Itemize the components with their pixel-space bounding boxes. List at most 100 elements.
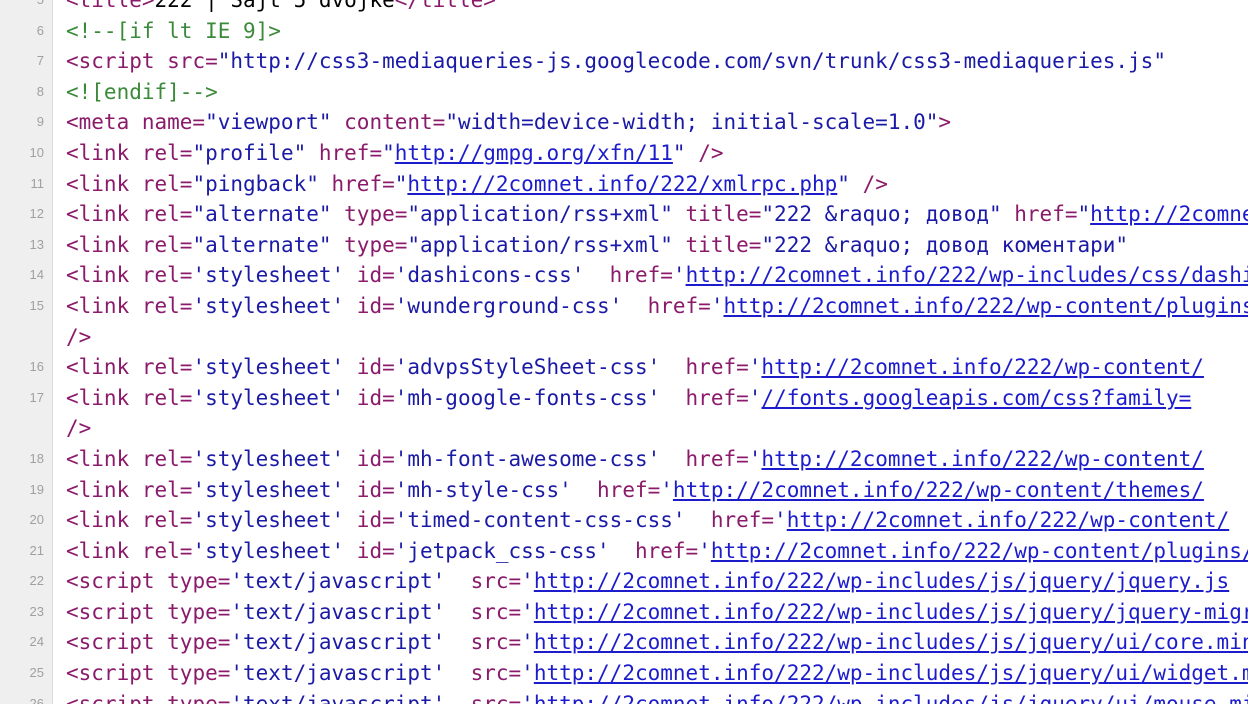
source-line: 18 <link rel='stylesheet' id='mh-font-awe… [0, 444, 1248, 475]
tag-token: <script [66, 569, 168, 594]
line-number: 18 [29, 450, 44, 466]
source-link[interactable]: http://2comnet.info/222/wp-content/ [787, 508, 1230, 532]
value-token: 'mh-google-fonts-css' [394, 385, 661, 410]
attribute-token: src= [445, 599, 522, 624]
value-token: ' [748, 446, 762, 471]
value-token: ' [748, 355, 762, 380]
line-code: <script type='text/javascript' src='http… [66, 597, 1248, 628]
line-number: 7 [36, 53, 44, 69]
value-token: " [394, 171, 408, 196]
line-code: <!--[if lt IE 9]> [66, 16, 281, 47]
value-token: ' [660, 477, 673, 502]
source-link[interactable]: http://2comnet.info/222/wp-includes/js/j… [534, 600, 1248, 624]
tag-token: /> [849, 171, 888, 196]
attribute-token: type= [331, 202, 408, 227]
source-viewer: 5 <title>222 | Sajt 5 dvojke</title> 6 <!--… [0, 0, 1248, 704]
value-token: "application/rss+xml" [407, 232, 673, 257]
value-token: 'text/javascript' [230, 661, 446, 686]
value-token: "alternate" [192, 232, 332, 257]
attribute-token: type= [167, 661, 231, 686]
source-line: /> [0, 322, 1248, 353]
tag-token: <script [66, 661, 168, 686]
source-link[interactable]: http://2comnet.info/222/wp-includes/js/j… [534, 569, 1229, 593]
line-number: 11 [30, 175, 45, 191]
source-link[interactable]: http://2comnet.info/222/wp-content/theme… [673, 478, 1204, 502]
source-line: /> [0, 413, 1248, 444]
value-token: "http://css3-mediaqueries-js.googlecode.… [217, 49, 1166, 74]
line-code: <script type='text/javascript' src='http… [66, 566, 1229, 597]
source-link[interactable]: http://2comnet.info/222/wp-content/ [761, 355, 1204, 379]
line-code: <link rel="pingback" href="http://2comne… [66, 169, 888, 200]
value-token: " [837, 171, 850, 196]
attribute-token: href= [318, 171, 395, 196]
tag-token: <link [66, 202, 142, 227]
attribute-token: type= [167, 599, 231, 624]
line-code: <link rel='stylesheet' id='mh-font-aweso… [66, 444, 1204, 475]
value-token: ' [774, 508, 787, 533]
source-link[interactable]: //fonts.googleapis.com/css?family= [761, 386, 1191, 410]
attribute-token: rel= [141, 232, 193, 257]
line-code: /> [66, 413, 91, 444]
line-number: 24 [29, 634, 44, 650]
source-line: 25 <script type='text/javascript' src='ht… [0, 658, 1248, 689]
line-code: <script type='text/javascript' src='http… [66, 689, 1248, 704]
line-number: 5 [0, 0, 44, 16]
attribute-token: href= [685, 508, 775, 533]
source-link[interactable]: http://2comnet.info/222/wp-content/plugi… [711, 539, 1248, 563]
attribute-token: id= [344, 477, 395, 502]
source-link[interactable]: http://gmpg.org/xfn/11 [395, 141, 673, 165]
attribute-token: src= [167, 49, 218, 74]
value-token: 'stylesheet' [192, 508, 345, 533]
line-code: <link rel='stylesheet' id='jetpack_css-c… [66, 536, 1248, 567]
source-link[interactable]: http://2comnet.info/222/wp-content/plugi… [723, 294, 1248, 318]
value-token: "pingback" [192, 171, 319, 196]
line-code: <script src="http://css3-mediaqueries-js… [66, 46, 1166, 77]
value-token: "alternate" [192, 202, 332, 227]
line-code: <script type='text/javascript' src='http… [66, 627, 1248, 658]
attribute-token: rel= [141, 508, 193, 533]
tag-token: <link [66, 263, 142, 288]
line-code: <link rel='stylesheet' id='wunderground-… [66, 291, 1248, 322]
line-code: /> [66, 322, 91, 353]
source-link[interactable]: http://2comnet.info/222/wp-includes/js/j… [534, 661, 1248, 685]
attribute-token: content= [331, 110, 446, 135]
value-token: 'stylesheet' [192, 293, 345, 318]
value-token: "profile" [192, 140, 307, 165]
line-number: 17 [29, 389, 44, 405]
source-link[interactable]: http://2comnet.info/222/wp-includes/css/… [686, 263, 1248, 287]
line-number: 21 [29, 542, 44, 558]
value-token: ' [521, 630, 534, 655]
source-line: 14 <link rel='stylesheet' id='dashicons-c… [0, 260, 1248, 291]
value-token: ' [521, 599, 534, 624]
source-line: 21 <link rel='stylesheet' id='jetpack_css… [0, 536, 1248, 567]
value-token: ' [672, 263, 686, 288]
line-number: 6 [36, 22, 44, 38]
line-number: 23 [29, 603, 44, 619]
value-token: 'stylesheet' [192, 385, 345, 410]
value-token: ' [521, 691, 534, 704]
attribute-token: name= [141, 110, 206, 135]
comment-token: <![endif]--> [66, 79, 218, 104]
attribute-token: type= [167, 691, 231, 704]
source-line: 20 <link rel='stylesheet' id='timed-conte… [0, 505, 1248, 536]
value-token: 'text/javascript' [230, 569, 446, 594]
attribute-token: rel= [141, 385, 193, 410]
source-line: 15 <link rel='stylesheet' id='wundergroun… [0, 291, 1248, 322]
line-number: 8 [36, 83, 44, 99]
source-link[interactable]: http://2comnet.info/222/feed/ [1090, 202, 1248, 226]
source-link[interactable]: http://2comnet.info/222/wp-includes/js/j… [534, 630, 1248, 654]
value-token: "viewport" [205, 110, 332, 135]
tag-token: /> [66, 416, 92, 441]
tag-token: <script [66, 691, 168, 704]
source-link[interactable]: http://2comnet.info/222/wp-includes/js/j… [534, 692, 1248, 704]
attribute-token: rel= [141, 140, 193, 165]
attribute-token: href= [660, 446, 749, 471]
value-token: ' [521, 661, 534, 686]
source-link[interactable]: http://2comnet.info/222/xmlrpc.php [407, 172, 837, 196]
source-line: 17 <link rel='stylesheet' id='mh-google-f… [0, 383, 1248, 414]
value-token: "application/rss+xml" [407, 202, 673, 227]
source-line: 6 <!--[if lt IE 9]> [0, 16, 1248, 47]
attribute-token: href= [622, 293, 711, 318]
source-link[interactable]: http://2comnet.info/222/wp-content/ [761, 447, 1204, 471]
attribute-token: href= [660, 385, 749, 410]
